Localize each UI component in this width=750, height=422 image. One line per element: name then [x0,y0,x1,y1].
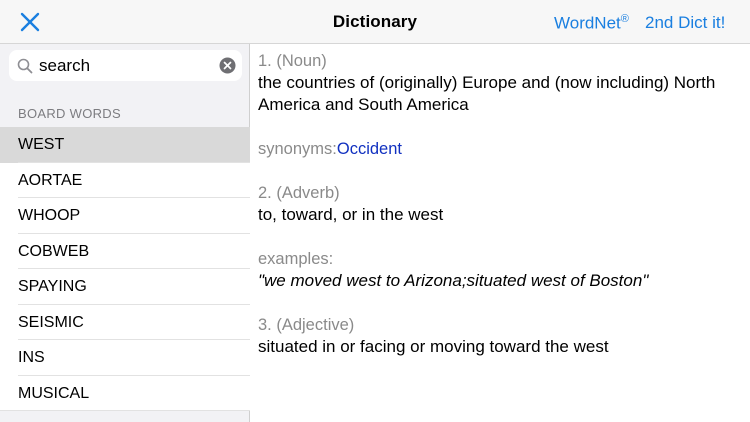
sense-adverb: 2. (Adverb) to, toward, or in the west e… [258,182,744,292]
navigation-bar: Dictionary WordNet® 2nd Dict it! [0,0,750,44]
sense-noun: 1. (Noun) the countries of (originally) … [258,50,744,160]
example-text: "we moved west to Arizona;situated west … [258,271,649,290]
sidebar: BOARD WORDS WEST AORTAE WHOOP COBWEB SPA… [0,44,250,422]
synonyms-line: synonyms:Occident [258,138,744,160]
search-input[interactable] [39,54,219,77]
definition-text: to, toward, or in the west [258,205,444,224]
word-list: WEST AORTAE WHOOP COBWEB SPAYING SEISMIC… [0,127,250,411]
wordnet-button[interactable]: WordNet® [554,13,629,34]
synonyms-label: synonyms: [258,140,337,158]
word-list-item[interactable]: AORTAE [0,162,250,198]
word-list-item[interactable]: INS [0,340,250,376]
examples-label: examples: [258,250,334,268]
page-title: Dictionary [332,12,418,31]
second-dict-button[interactable]: 2nd Dict it! [645,13,725,33]
part-of-speech: 3. (Adjective) [258,316,355,334]
clear-icon[interactable] [219,57,236,74]
word-list-item[interactable]: WHOOP [0,198,250,234]
section-header: BOARD WORDS [18,106,121,121]
search-bar[interactable] [9,50,242,81]
examples-block: examples: "we moved west to Arizona;situ… [258,248,744,292]
definition-text: the countries of (originally) Europe and… [258,73,716,114]
sense-adjective: 3. (Adjective) situated in or facing or … [258,314,744,358]
search-icon [17,58,33,74]
word-list-item[interactable]: SPAYING [0,269,250,305]
part-of-speech: 2. (Adverb) [258,184,340,202]
word-list-item[interactable]: MUSICAL [0,375,250,411]
definition-text: situated in or facing or moving toward t… [258,337,609,356]
word-list-item[interactable]: COBWEB [0,233,250,269]
word-list-item[interactable]: WEST [0,127,250,163]
synonym-link[interactable]: Occident [337,140,402,158]
registered-mark: ® [620,13,629,25]
word-list-item[interactable]: SEISMIC [0,304,250,340]
definition-panel: 1. (Noun) the countries of (originally) … [258,50,744,380]
wordnet-label: WordNet [554,13,621,33]
part-of-speech: 1. (Noun) [258,52,327,70]
